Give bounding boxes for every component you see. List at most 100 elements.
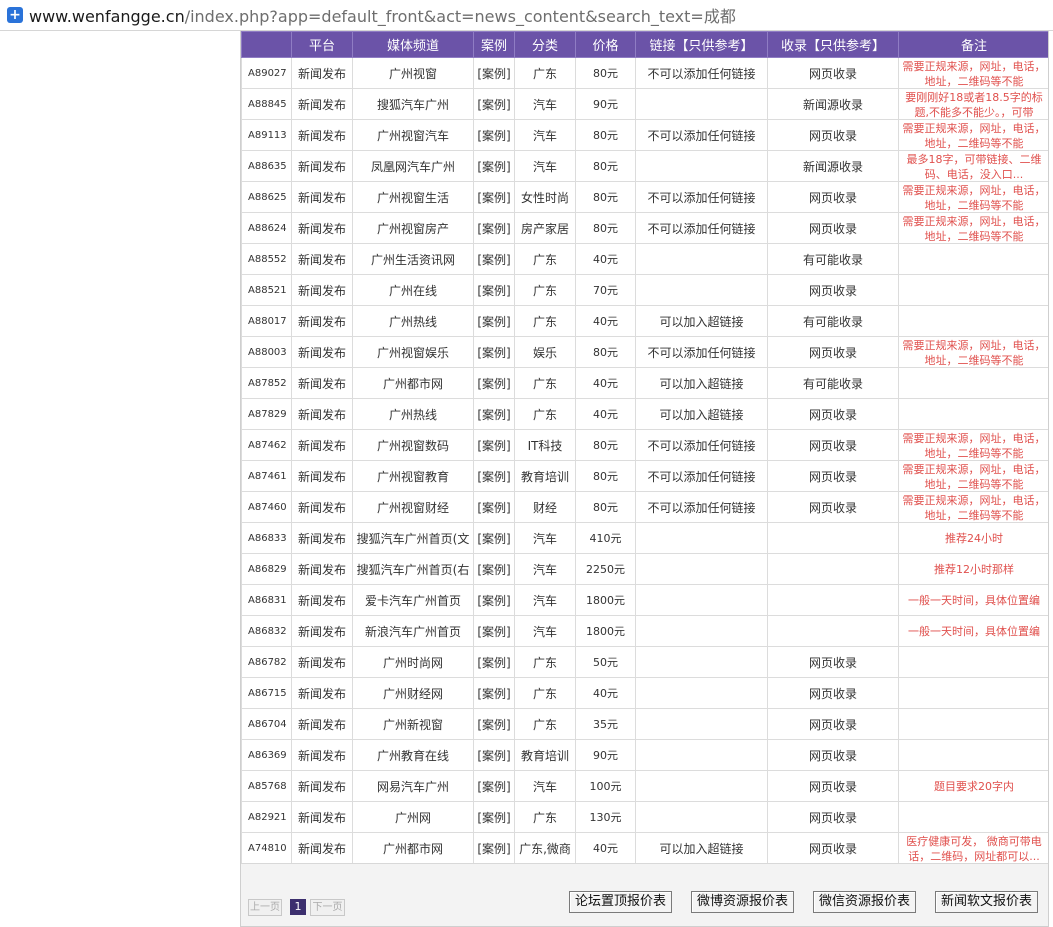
cell-case[interactable]: [案例]: [473, 801, 515, 833]
forum-pricelist-button[interactable]: 论坛置顶报价表: [569, 891, 672, 913]
table-row: A87852 新闻发布 广州都市网 [案例] 广东 40元 可以加入超链接 有可能收录: [241, 367, 1048, 399]
cell-price: 80元: [575, 336, 636, 368]
cell-id: A87829: [241, 398, 292, 430]
cell-channel[interactable]: 广州视窗财经: [352, 491, 474, 523]
cell-channel[interactable]: 广州热线: [352, 398, 474, 430]
cell-case[interactable]: [案例]: [473, 429, 515, 461]
cell-case[interactable]: [案例]: [473, 708, 515, 740]
cell-case[interactable]: [案例]: [473, 181, 515, 213]
cell-case[interactable]: [案例]: [473, 119, 515, 151]
cell-case[interactable]: [案例]: [473, 460, 515, 492]
cell-price: 80元: [575, 150, 636, 182]
cell-channel[interactable]: 搜狐汽车广州: [352, 88, 474, 120]
cell-channel[interactable]: 广州在线: [352, 274, 474, 306]
table-row: A88845 新闻发布 搜狐汽车广州 [案例] 汽车 90元 新闻源收录 要刚刚好18或者18…: [241, 88, 1048, 120]
cell-case[interactable]: [案例]: [473, 832, 515, 864]
cell-link: 可以加入超链接: [635, 398, 768, 430]
cell-indexing: 网页收录: [767, 398, 899, 430]
cell-price: 70元: [575, 274, 636, 306]
cell-case[interactable]: [案例]: [473, 305, 515, 337]
cell-price: 40元: [575, 243, 636, 275]
url-field[interactable]: www.wenfangge.cn/index.php?app=default_f…: [29, 3, 736, 27]
cell-channel[interactable]: 广州热线: [352, 305, 474, 337]
cell-case[interactable]: [案例]: [473, 522, 515, 554]
cell-case[interactable]: [案例]: [473, 553, 515, 585]
cell-link: [635, 553, 768, 585]
cell-channel[interactable]: 广州视窗娱乐: [352, 336, 474, 368]
cell-price: 130元: [575, 801, 636, 833]
note-text: 题目要求20字内: [934, 780, 1014, 793]
prev-page-button[interactable]: 上一页: [248, 899, 282, 916]
cell-channel[interactable]: 爱卡汽车广州首页: [352, 584, 474, 616]
cell-channel[interactable]: 新浪汽车广州首页: [352, 615, 474, 647]
cell-case[interactable]: [案例]: [473, 770, 515, 802]
cell-platform: 新闻发布: [291, 832, 353, 864]
cell-id: A88521: [241, 274, 292, 306]
cell-channel[interactable]: 广州财经网: [352, 677, 474, 709]
cell-channel[interactable]: 广州都市网: [352, 367, 474, 399]
cell-notes: 需要正规来源，网址，电话，地址，二维码等不能: [898, 119, 1048, 151]
cell-platform: 新闻发布: [291, 274, 353, 306]
cell-channel[interactable]: 凤凰网汽车广州: [352, 150, 474, 182]
cell-id: A88624: [241, 212, 292, 244]
cell-case[interactable]: [案例]: [473, 491, 515, 523]
cell-channel[interactable]: 广州都市网: [352, 832, 474, 864]
note-text: 一般一天时间，具体位置编: [908, 594, 1040, 607]
cell-case[interactable]: [案例]: [473, 398, 515, 430]
cell-case[interactable]: [案例]: [473, 243, 515, 275]
cell-category: 教育培训: [514, 460, 576, 492]
cell-case[interactable]: [案例]: [473, 57, 515, 89]
cell-case[interactable]: [案例]: [473, 584, 515, 616]
cell-price: 80元: [575, 212, 636, 244]
cell-case[interactable]: [案例]: [473, 212, 515, 244]
cell-case[interactable]: [案例]: [473, 150, 515, 182]
news-pricelist-button[interactable]: 新闻软文报价表: [935, 891, 1038, 913]
cell-indexing: 有可能收录: [767, 367, 899, 399]
cell-channel[interactable]: 广州视窗: [352, 57, 474, 89]
weibo-pricelist-button[interactable]: 微博资源报价表: [691, 891, 794, 913]
cell-notes: 要刚刚好18或者18.5字的标题,不能多不能少。，可带: [898, 88, 1048, 120]
address-bar[interactable]: + www.wenfangge.cn/index.php?app=default…: [0, 0, 1053, 31]
header-id: [241, 31, 292, 58]
cell-indexing: 网页收录: [767, 57, 899, 89]
cell-channel[interactable]: 网易汽车广州: [352, 770, 474, 802]
cell-case[interactable]: [案例]: [473, 367, 515, 399]
cell-id: A85768: [241, 770, 292, 802]
cell-price: 100元: [575, 770, 636, 802]
cell-channel[interactable]: 广州视窗生活: [352, 181, 474, 213]
cell-indexing: 网页收录: [767, 491, 899, 523]
cell-channel[interactable]: 搜狐汽车广州首页(文: [352, 522, 474, 554]
cell-channel[interactable]: 广州视窗数码: [352, 429, 474, 461]
cell-channel[interactable]: 广州生活资讯网: [352, 243, 474, 275]
cell-channel[interactable]: 广州新视窗: [352, 708, 474, 740]
cell-case[interactable]: [案例]: [473, 677, 515, 709]
cell-channel[interactable]: 广州教育在线: [352, 739, 474, 771]
cell-channel[interactable]: 广州视窗房产: [352, 212, 474, 244]
cell-case[interactable]: [案例]: [473, 88, 515, 120]
cell-case[interactable]: [案例]: [473, 274, 515, 306]
cell-case[interactable]: [案例]: [473, 646, 515, 678]
weixin-pricelist-button[interactable]: 微信资源报价表: [813, 891, 916, 913]
cell-notes: 需要正规来源，网址，电话，地址，二维码等不能: [898, 57, 1048, 89]
cell-case[interactable]: [案例]: [473, 739, 515, 771]
cell-category: 广东: [514, 367, 576, 399]
cell-channel[interactable]: 搜狐汽车广州首页(右: [352, 553, 474, 585]
cell-category: 房产家居: [514, 212, 576, 244]
cell-case[interactable]: [案例]: [473, 336, 515, 368]
cell-channel[interactable]: 广州视窗汽车: [352, 119, 474, 151]
cell-channel[interactable]: 广州网: [352, 801, 474, 833]
cell-channel[interactable]: 广州时尚网: [352, 646, 474, 678]
cell-channel[interactable]: 广州视窗教育: [352, 460, 474, 492]
cell-id: A87852: [241, 367, 292, 399]
cell-case[interactable]: [案例]: [473, 615, 515, 647]
cell-platform: 新闻发布: [291, 739, 353, 771]
note-text: 需要正规来源，网址，电话，地址，二维码等不能: [902, 432, 1046, 460]
current-page[interactable]: 1: [290, 899, 306, 915]
cell-category: 汽车: [514, 770, 576, 802]
table-row: A87829 新闻发布 广州热线 [案例] 广东 40元 可以加入超链接 网页收录: [241, 398, 1048, 430]
next-page-button[interactable]: 下一页: [310, 899, 345, 916]
cell-link: [635, 150, 768, 182]
cell-platform: 新闻发布: [291, 367, 353, 399]
note-text: 需要正规来源，网址，电话，地址，二维码等不能: [902, 60, 1046, 88]
cell-price: 40元: [575, 398, 636, 430]
